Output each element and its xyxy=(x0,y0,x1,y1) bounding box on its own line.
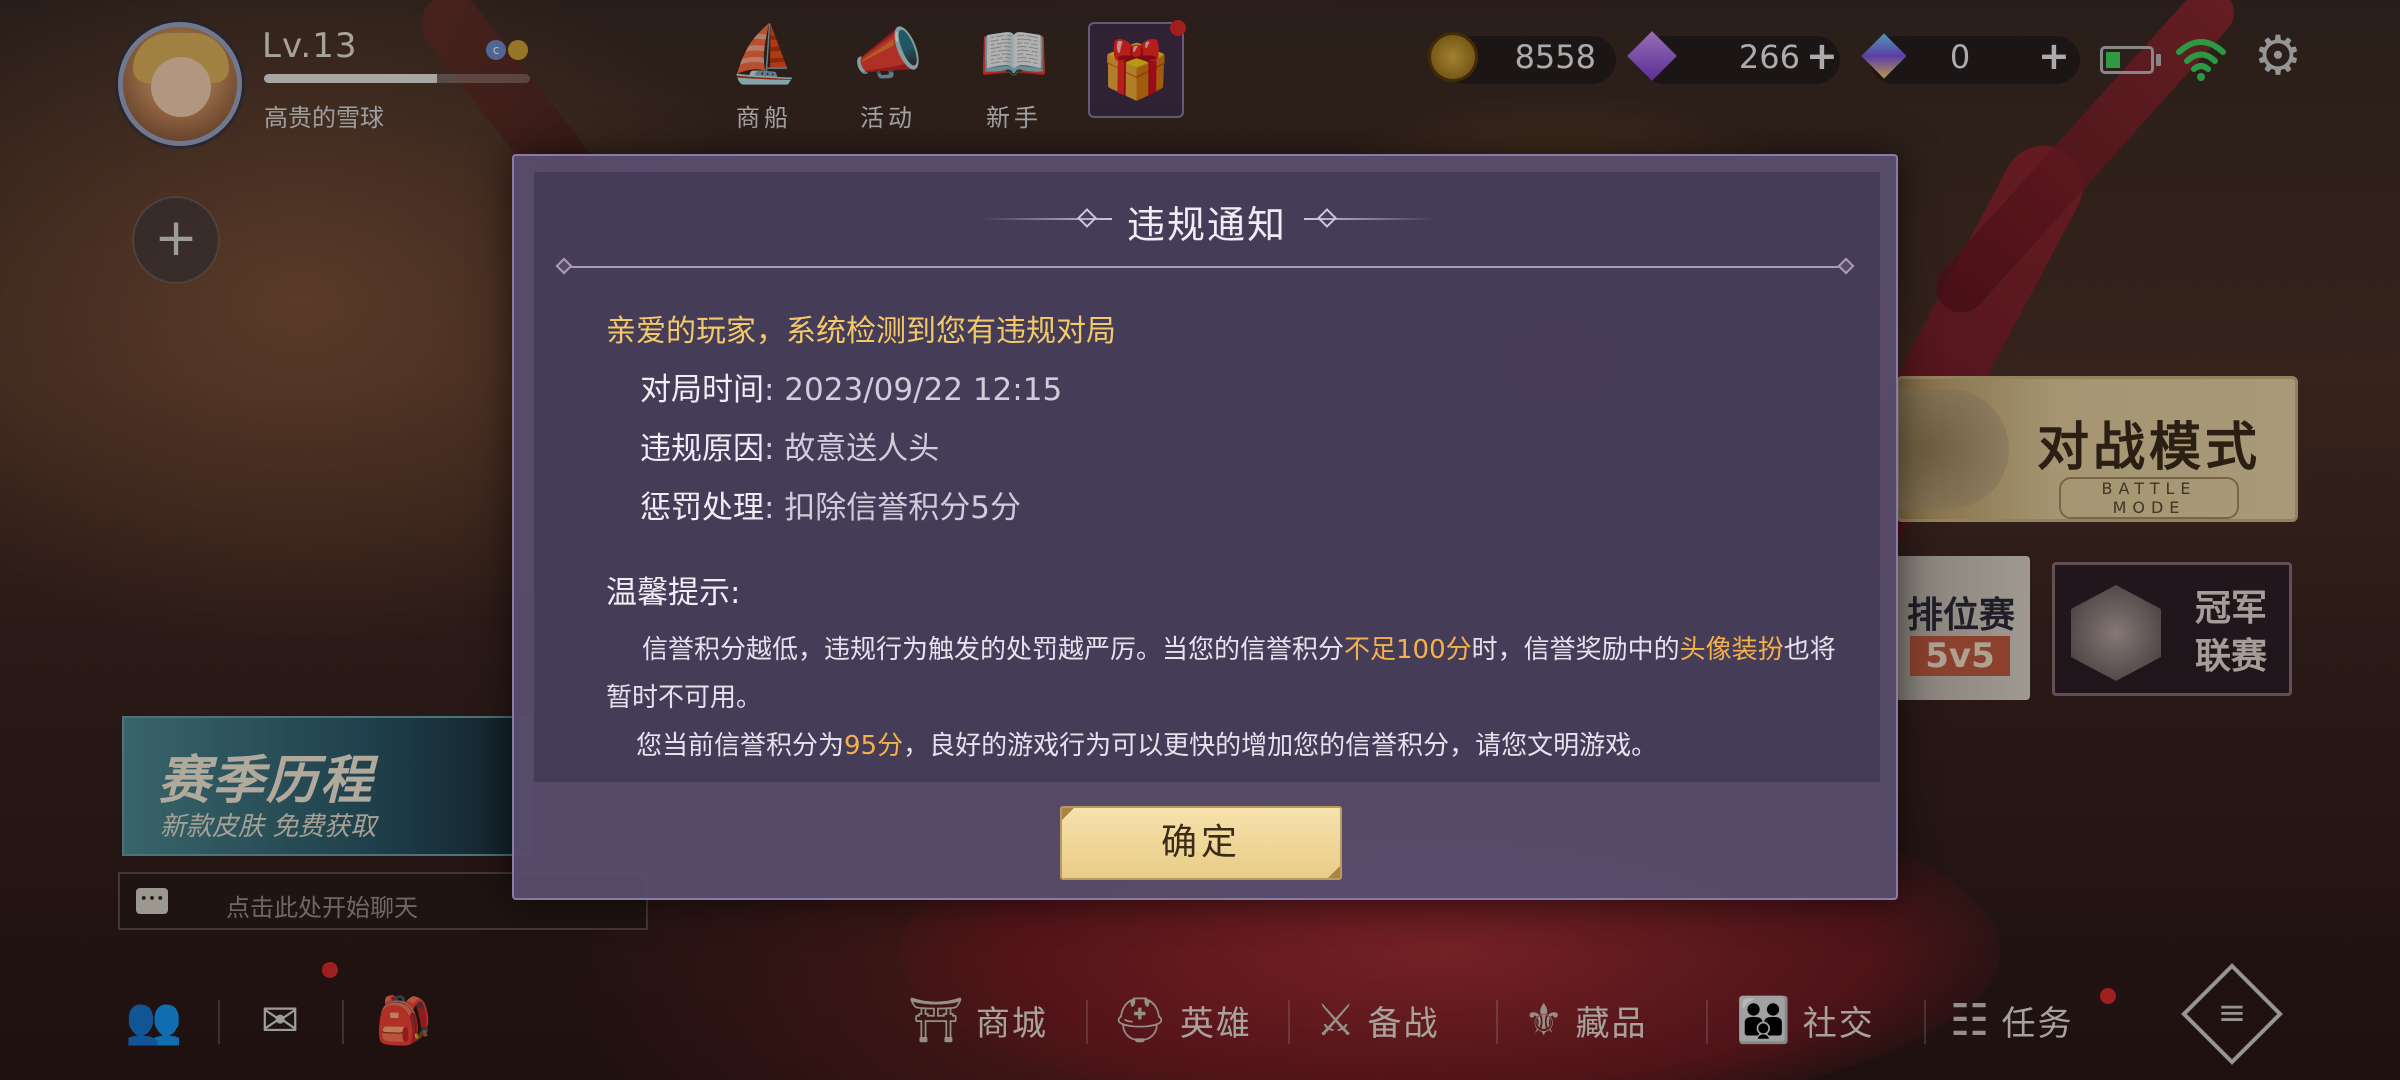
row-label: 对局时间 xyxy=(640,372,764,408)
row-value: : 2023/09/22 12:15 xyxy=(764,372,1063,408)
text-segment: 信誉积分越低，违规行为触发的处罚越严厉。当您的信誉积分 xyxy=(642,635,1345,665)
confirm-button[interactable]: 确定 xyxy=(1060,806,1342,880)
highlight-text: 95分 xyxy=(844,731,904,761)
dialog-title: 违规通知 xyxy=(1126,203,1287,247)
dialog-divider xyxy=(566,266,1846,268)
row-label: 违规原因 xyxy=(640,431,764,467)
match-time-row: 对局时间: 2023/09/22 12:15 xyxy=(640,364,1836,409)
text-segment: 时，信誉奖励中的 xyxy=(1471,635,1680,665)
tips-title: 温馨提示: xyxy=(606,575,741,611)
violation-reason-row: 违规原因: 故意送人头 xyxy=(640,423,1836,468)
highlight-text: 不足100分 xyxy=(1344,635,1472,665)
tips-paragraph: 信誉积分越低，违规行为触发的处罚越严厉。当您的信誉积分不足100分时，信誉奖励中… xyxy=(606,626,1836,722)
button-corner xyxy=(1328,866,1340,878)
row-label: 惩罚处理 xyxy=(640,490,764,526)
row-value: : 故意送人头 xyxy=(764,431,940,467)
text-segment: ，良好的游戏行为可以更快的增加您的信誉积分，请您文明游戏。 xyxy=(903,731,1658,761)
text-segment: 您当前信誉积分为 xyxy=(636,731,845,761)
credit-score-paragraph: 您当前信誉积分为95分，良好的游戏行为可以更快的增加您的信誉积分，请您文明游戏。 xyxy=(606,722,1836,770)
penalty-row: 惩罚处理: 扣除信誉积分5分 xyxy=(640,482,1836,527)
dialog-body: 亲爱的玩家，系统检测到您有违规对局 对局时间: 2023/09/22 12:15… xyxy=(606,306,1836,770)
violation-notice-dialog: 违规通知 亲爱的玩家，系统检测到您有违规对局 对局时间: 2023/09/22 … xyxy=(512,154,1898,900)
row-value: : 扣除信誉积分5分 xyxy=(764,490,1022,526)
greeting-text: 亲爱的玩家，系统检测到您有违规对局 xyxy=(606,314,1116,349)
highlight-text: 头像装扮 xyxy=(1679,635,1784,665)
title-decoration xyxy=(1304,218,1434,220)
button-corner xyxy=(1062,808,1074,820)
confirm-label: 确定 xyxy=(1160,822,1241,863)
